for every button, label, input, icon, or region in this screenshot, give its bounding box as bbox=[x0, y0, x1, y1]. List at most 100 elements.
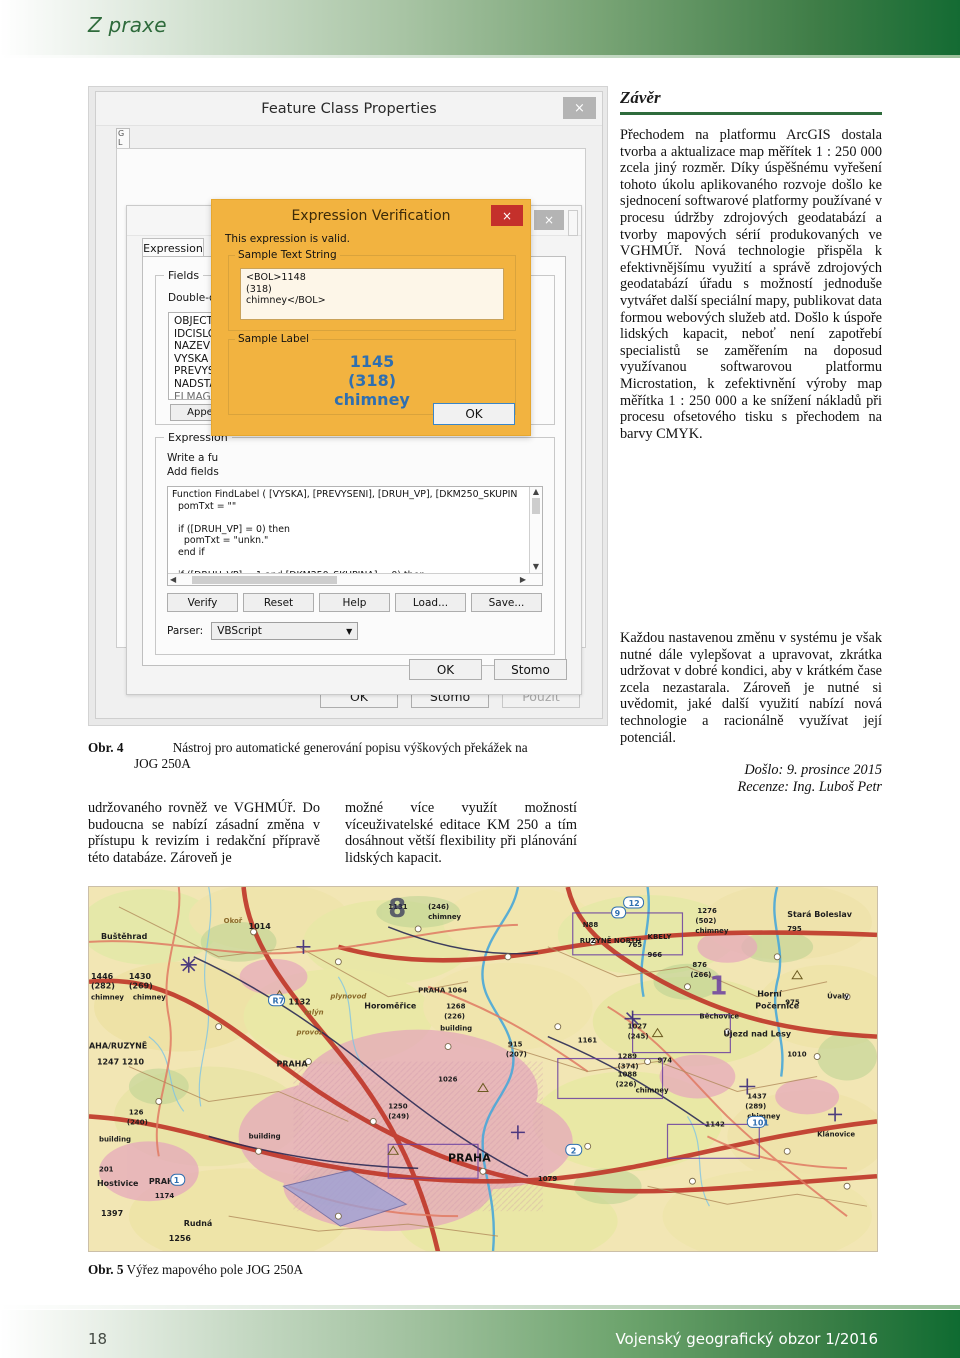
svg-text:(374): (374) bbox=[618, 1063, 639, 1071]
svg-text:PRAHA: PRAHA bbox=[277, 1060, 309, 1069]
svg-text:1026: 1026 bbox=[438, 1076, 458, 1084]
expression-code-editor[interactable]: Function FindLabel ( [VYSKA], [PREVYSENI… bbox=[167, 486, 543, 586]
svg-text:1161: 1161 bbox=[578, 1037, 598, 1045]
validation-status-text: This expression is valid. bbox=[225, 233, 350, 245]
map-image: Buštěhrad Okoř 1014 1132 plynovod Horomě… bbox=[89, 887, 877, 1251]
conclusion-column: Závěr Přechodem na platformu ArcGIS dost… bbox=[620, 88, 882, 455]
svg-text:1250: 1250 bbox=[388, 1102, 408, 1110]
parser-select[interactable]: VBScript ▼ bbox=[211, 622, 359, 640]
conclusion-paragraph-2: Každou nastavenou změnu v systému je vša… bbox=[620, 630, 882, 746]
expression-verification-titlebar: Expression Verification bbox=[212, 200, 530, 231]
svg-text:Hostivice: Hostivice bbox=[97, 1179, 139, 1188]
svg-text:(246): (246) bbox=[428, 903, 449, 911]
svg-text:1: 1 bbox=[709, 972, 727, 1002]
svg-text:(282): (282) bbox=[91, 982, 115, 991]
svg-text:(289): (289) bbox=[745, 1102, 766, 1110]
svg-text:2: 2 bbox=[571, 1146, 577, 1155]
journal-name: Vojenský geografický obzor 1/2016 bbox=[615, 1330, 878, 1348]
reviewer-line: Recenze: Ing. Luboš Petr bbox=[737, 779, 882, 796]
reset-button[interactable]: Reset bbox=[243, 593, 314, 612]
svg-text:12: 12 bbox=[629, 899, 640, 908]
fields-groupbox-legend: Fields bbox=[164, 269, 204, 282]
label-expression-button-row: OK Stomo bbox=[409, 659, 567, 680]
sample-label-value: 1145 (318) chimney bbox=[334, 352, 410, 409]
svg-text:building: building bbox=[440, 1025, 472, 1033]
code-vertical-scrollbar[interactable]: ▲ ▼ bbox=[529, 487, 542, 585]
label-expression-close-icon[interactable]: × bbox=[534, 210, 564, 230]
svg-text:876: 876 bbox=[692, 961, 707, 969]
svg-text:building: building bbox=[249, 1132, 281, 1140]
load-button[interactable]: Load... bbox=[395, 593, 466, 612]
chevron-down-icon[interactable]: ▼ bbox=[530, 562, 542, 571]
svg-text:1247 1210: 1247 1210 bbox=[97, 1058, 145, 1067]
verify-button[interactable]: Verify bbox=[167, 593, 238, 612]
save-button[interactable]: Save... bbox=[471, 593, 542, 612]
svg-text:1268: 1268 bbox=[446, 1003, 466, 1011]
footer-topline bbox=[0, 1305, 960, 1309]
svg-text:KBELY: KBELY bbox=[648, 933, 673, 941]
conclusion-column-continued: Každou nastavenou změnu v systému je vša… bbox=[620, 630, 882, 796]
svg-text:Klánovice: Klánovice bbox=[817, 1130, 855, 1138]
svg-text:1430: 1430 bbox=[129, 972, 152, 981]
chevron-up-icon[interactable]: ▲ bbox=[530, 487, 542, 496]
svg-text:PRAHA 1064: PRAHA 1064 bbox=[418, 987, 467, 995]
svg-text:(240): (240) bbox=[127, 1118, 148, 1126]
label-expression-cancel-button[interactable]: Stomo bbox=[494, 659, 567, 680]
svg-text:1010: 1010 bbox=[787, 1051, 807, 1059]
svg-text:966: 966 bbox=[648, 951, 663, 959]
expression-verification-ok-button[interactable]: OK bbox=[433, 403, 515, 425]
parser-select-value: VBScript bbox=[217, 625, 262, 637]
svg-text:mlýn: mlýn bbox=[304, 1008, 323, 1017]
svg-text:provoz: provoz bbox=[295, 1029, 324, 1037]
svg-text:8: 8 bbox=[388, 894, 406, 924]
chevron-right-icon[interactable]: ▶ bbox=[520, 575, 526, 584]
parser-label: Parser: bbox=[167, 625, 204, 637]
svg-text:N88: N88 bbox=[583, 921, 599, 929]
expression-groupbox: Expression Write a fu Add fields Functio… bbox=[155, 431, 555, 655]
figure-4-caption-text: Nástroj pro automatické generování popis… bbox=[172, 740, 528, 755]
svg-text:1132: 1132 bbox=[288, 998, 310, 1007]
label-expression-scrollbar[interactable] bbox=[568, 210, 578, 236]
close-icon[interactable]: × bbox=[491, 205, 523, 226]
svg-text:PRAHA: PRAHA bbox=[448, 1151, 491, 1164]
svg-text:(245): (245) bbox=[628, 1033, 649, 1041]
svg-text:(207): (207) bbox=[506, 1051, 527, 1059]
tab-expression[interactable]: Expression bbox=[142, 238, 204, 257]
help-button[interactable]: Help bbox=[319, 593, 390, 612]
svg-text:9: 9 bbox=[615, 909, 621, 918]
figure-5-caption-number: Obr. 5 bbox=[88, 1262, 124, 1277]
svg-text:1079: 1079 bbox=[538, 1175, 558, 1183]
expression-verification-title: Expression Verification bbox=[291, 207, 451, 224]
svg-text:1446: 1446 bbox=[91, 972, 114, 981]
svg-text:Buštěhrad: Buštěhrad bbox=[101, 931, 148, 941]
svg-text:Újezd nad Lesy: Újezd nad Lesy bbox=[723, 1028, 791, 1039]
svg-text:Horoměřice: Horoměřice bbox=[364, 1001, 417, 1011]
expression-verification-body: This expression is valid. Sample Text St… bbox=[221, 231, 523, 429]
conclusion-heading-rule bbox=[620, 112, 882, 115]
expression-code-text: Function FindLabel ( [VYSKA], [PREVYSENI… bbox=[172, 489, 518, 581]
scrollbar-thumb[interactable] bbox=[532, 498, 540, 514]
chevron-down-icon[interactable]: ▼ bbox=[346, 627, 352, 636]
svg-text:1256: 1256 bbox=[169, 1234, 192, 1243]
conclusion-heading: Závěr bbox=[620, 88, 661, 107]
svg-text:1289: 1289 bbox=[618, 1053, 638, 1061]
close-icon[interactable]: × bbox=[563, 97, 596, 119]
conclusion-paragraph-1: Přechodem na platformu ArcGIS dostala tv… bbox=[620, 127, 882, 442]
svg-text:795: 795 bbox=[787, 925, 802, 933]
svg-text:building: building bbox=[99, 1135, 131, 1143]
code-horizontal-scrollbar[interactable]: ◀ ▶ bbox=[168, 573, 542, 585]
svg-text:101: 101 bbox=[752, 1118, 769, 1127]
scrollbar-thumb-h[interactable] bbox=[192, 575, 338, 584]
expression-verification-dialog: Expression Verification × This expressio… bbox=[211, 199, 531, 436]
chevron-left-icon[interactable]: ◀ bbox=[170, 575, 176, 584]
svg-text:1276: 1276 bbox=[697, 907, 717, 915]
svg-text:chimney: chimney bbox=[636, 1086, 669, 1094]
label-expression-ok-button[interactable]: OK bbox=[409, 659, 482, 680]
svg-text:974: 974 bbox=[658, 1057, 673, 1065]
figure-4-screenshot: Feature Class Properties × GL OK Stomo P… bbox=[88, 86, 608, 726]
svg-text:chimney: chimney bbox=[133, 994, 166, 1002]
svg-text:(502): (502) bbox=[695, 917, 716, 925]
fcp-tab-strip[interactable]: GL bbox=[116, 128, 130, 148]
svg-text:Okoř: Okoř bbox=[224, 917, 243, 925]
svg-text:975: 975 bbox=[785, 999, 800, 1007]
